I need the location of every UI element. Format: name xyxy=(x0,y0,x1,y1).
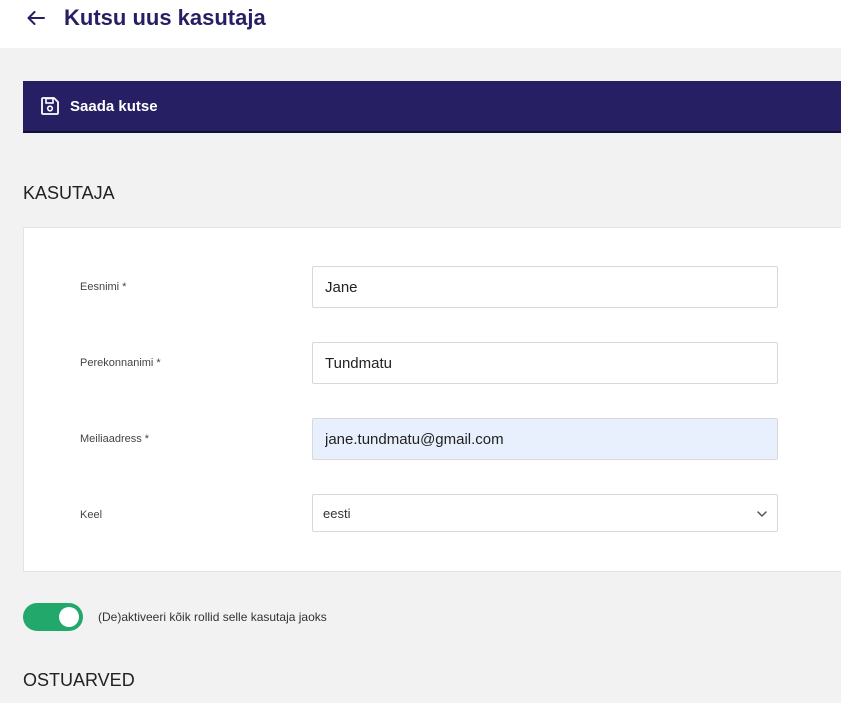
send-invite-button[interactable]: Saada kutse xyxy=(40,95,158,117)
chevron-down-icon xyxy=(755,507,769,521)
arrow-left-icon xyxy=(27,11,45,25)
user-form-card: Eesnimi * Perekonnanimi * Meiliaadress *… xyxy=(23,227,841,572)
roles-toggle-label: (De)aktiveeri kõik rollid selle kasutaja… xyxy=(98,610,327,624)
toggle-knob xyxy=(59,607,79,627)
language-select[interactable]: eesti xyxy=(312,494,778,532)
action-toolbar: Saada kutse xyxy=(23,81,841,133)
email-label: Meiliaadress * xyxy=(80,433,150,445)
language-select-value: eesti xyxy=(323,506,351,521)
last-name-label: Perekonnanimi * xyxy=(80,357,161,369)
page-title: Kutsu uus kasutaja xyxy=(64,5,266,30)
first-name-label: Eesnimi * xyxy=(80,281,127,293)
last-name-input[interactable] xyxy=(312,342,778,384)
invoices-section-title: OSTUARVED xyxy=(23,670,135,690)
user-section-title: KASUTAJA xyxy=(23,183,115,203)
email-input[interactable] xyxy=(312,418,778,460)
language-label: Keel xyxy=(80,509,103,521)
back-button[interactable] xyxy=(24,6,48,30)
page-header: Kutsu uus kasutaja xyxy=(0,0,841,48)
first-name-input[interactable] xyxy=(312,266,778,308)
roles-toggle[interactable] xyxy=(23,603,83,631)
send-invite-label: Saada kutse xyxy=(70,97,158,115)
floppy-disk-icon xyxy=(41,97,59,115)
